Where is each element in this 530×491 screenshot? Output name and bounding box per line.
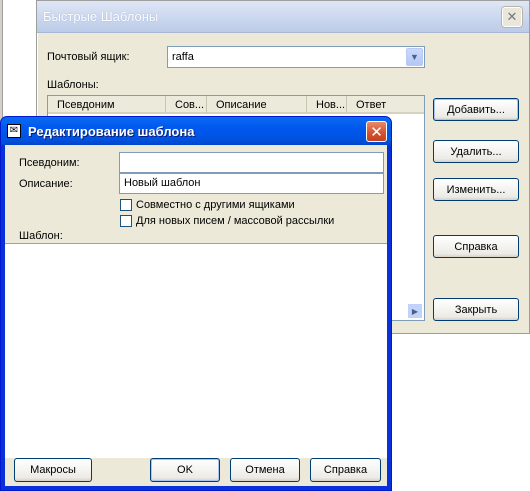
description-input[interactable]: Новый шаблон bbox=[119, 173, 384, 194]
app-icon[interactable]: ✉ bbox=[7, 124, 21, 138]
list-header: Псевдоним Сов... Описание Нов... Ответ bbox=[48, 96, 424, 114]
template-label: Шаблон: bbox=[19, 230, 63, 242]
new-mail-checkbox[interactable] bbox=[120, 215, 132, 227]
add-button[interactable]: Добавить... bbox=[433, 98, 519, 121]
mailbox-label: Почтовый ящик: bbox=[47, 51, 130, 63]
dialog-titlebar[interactable]: ✉ Редактирование шаблона ✕ bbox=[1, 117, 391, 145]
shared-checkbox-row[interactable]: Совместно с другими ящиками bbox=[120, 199, 295, 211]
mailbox-value: raffa bbox=[172, 51, 194, 63]
close-icon[interactable]: ✕ bbox=[366, 121, 387, 142]
dialog-button-bar: Макросы OK Отмена Справка bbox=[5, 458, 387, 486]
template-editor[interactable] bbox=[5, 243, 387, 459]
alias-label: Псевдоним: bbox=[19, 157, 80, 169]
dialog-title: Редактирование шаблона bbox=[28, 124, 195, 139]
column-header-new[interactable]: Нов... bbox=[307, 96, 347, 113]
edit-template-dialog: ✉ Редактирование шаблона ✕ Псевдоним: Оп… bbox=[0, 116, 392, 491]
close-icon[interactable]: ✕ bbox=[502, 7, 522, 27]
macros-button[interactable]: Макросы bbox=[14, 458, 92, 482]
help-button[interactable]: Справка bbox=[310, 458, 381, 482]
column-header-reply[interactable]: Ответ bbox=[347, 96, 425, 113]
alias-input[interactable] bbox=[119, 152, 384, 173]
templates-label: Шаблоны: bbox=[47, 79, 99, 91]
shared-checkbox[interactable] bbox=[120, 199, 132, 211]
delete-button[interactable]: Удалить... bbox=[433, 140, 519, 163]
cancel-button[interactable]: Отмена bbox=[230, 458, 300, 482]
help-button[interactable]: Справка bbox=[433, 235, 519, 258]
new-mail-checkbox-label: Для новых писем / массовой рассылки bbox=[136, 215, 335, 227]
new-mail-checkbox-row[interactable]: Для новых писем / массовой рассылки bbox=[120, 215, 334, 227]
column-header-alias[interactable]: Псевдоним bbox=[48, 96, 166, 113]
column-header-description[interactable]: Описание bbox=[207, 96, 307, 113]
mailbox-select[interactable]: raffa ▼ bbox=[167, 46, 425, 68]
description-label: Описание: bbox=[19, 178, 73, 190]
column-header-shared[interactable]: Сов... bbox=[166, 96, 207, 113]
dialog-body: Псевдоним: Описание: Новый шаблон Совмес… bbox=[5, 145, 387, 486]
quick-templates-titlebar[interactable]: Быстрые Шаблоны ✕ bbox=[37, 1, 529, 33]
edit-button[interactable]: Изменить... bbox=[433, 178, 519, 201]
ok-button[interactable]: OK bbox=[150, 458, 220, 482]
shared-checkbox-label: Совместно с другими ящиками bbox=[136, 199, 295, 211]
scroll-right-icon[interactable]: ▶ bbox=[407, 303, 423, 319]
close-button[interactable]: Закрыть bbox=[433, 298, 519, 321]
window-title: Быстрые Шаблоны bbox=[43, 9, 159, 24]
chevron-down-icon[interactable]: ▼ bbox=[406, 48, 423, 66]
